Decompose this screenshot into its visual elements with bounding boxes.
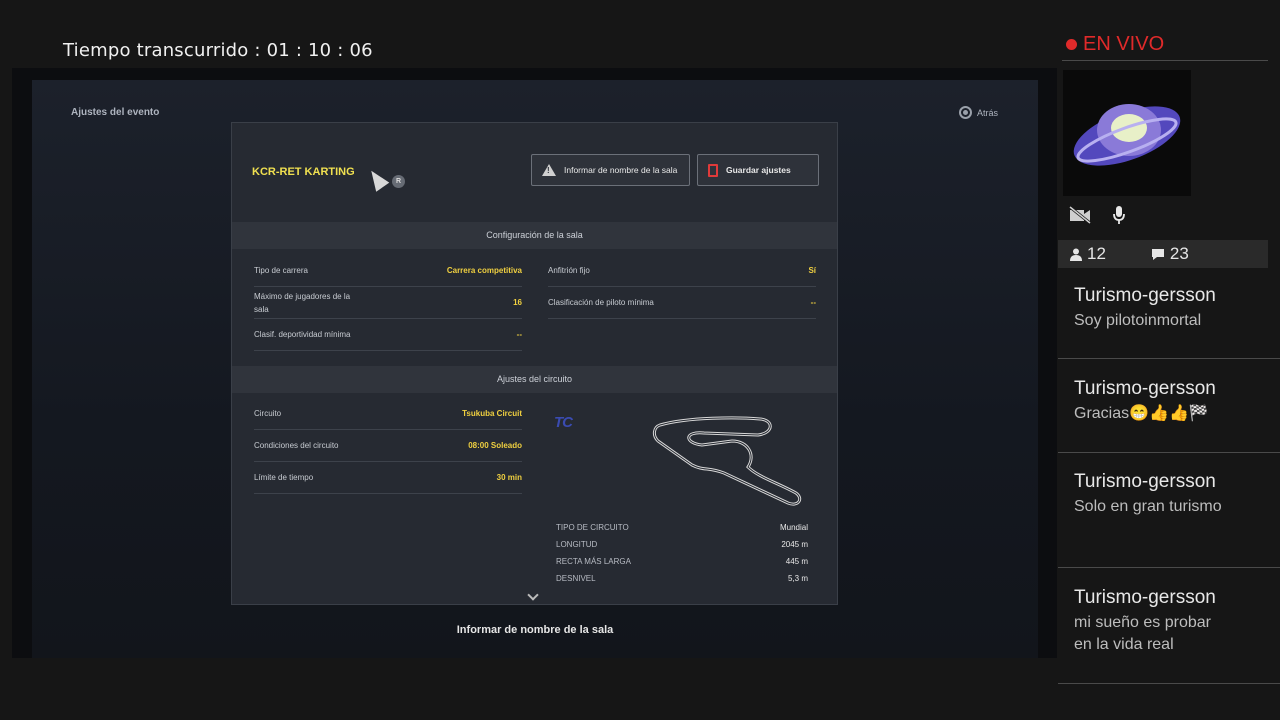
chat-message: Turismo-gersson Soy pilotoinmortal <box>1074 284 1224 332</box>
chat-message: Turismo-gersson Gracias😁👍👍🏁 <box>1074 377 1224 425</box>
scroll-down-chevron-icon[interactable] <box>527 589 539 601</box>
setting-value: Carrera competitiva <box>446 266 522 275</box>
setting-label: Clasificación de piloto mínima <box>548 298 654 307</box>
back-button[interactable]: Atrás <box>958 106 998 119</box>
pointer-cursor-icon <box>364 166 390 192</box>
stream-stats-bar: 12 23 <box>1058 240 1268 268</box>
setting-label: Máximo de jugadores de la sala <box>254 291 351 314</box>
setting-value: 30 min <box>496 473 522 482</box>
setting-label: Circuito <box>254 409 282 418</box>
planet-avatar-icon <box>1073 104 1181 166</box>
setting-value: -- <box>516 330 522 339</box>
spec-label: LONGITUD <box>556 540 598 549</box>
viewer-count-value: 12 <box>1087 244 1106 263</box>
spec-label: RECTA MÁS LARGA <box>556 557 631 566</box>
chat-message: Turismo-gersson mi sueño es probar en la… <box>1074 586 1224 656</box>
camera-off-icon[interactable] <box>1068 206 1092 224</box>
person-icon <box>1070 248 1082 261</box>
chat-username: Turismo-gersson <box>1074 378 1216 399</box>
track-map <box>652 416 802 506</box>
chat-text: Solo en gran turismo <box>1074 498 1222 515</box>
spec-value: 5,3 m <box>787 574 808 583</box>
elapsed-time: Tiempo transcurrido : 01 : 10 : 06 <box>63 40 373 61</box>
event-title: Ajustes del evento <box>71 107 160 118</box>
chat-username: Turismo-gersson <box>1074 285 1216 306</box>
setting-label: Anfitrión fijo <box>548 266 590 275</box>
spec-row: LONGITUD 2045 m <box>556 536 808 553</box>
spec-row: DESNIVEL 5,3 m <box>556 570 808 587</box>
live-dot-icon <box>1066 39 1077 50</box>
circle-button-icon <box>958 106 972 119</box>
setting-row-sportsmanship[interactable]: Clasif. deportividad mínima -- <box>254 319 522 351</box>
microphone-icon[interactable] <box>1112 205 1126 225</box>
live-indicator: EN VIVO <box>1066 33 1164 56</box>
setting-row-conditions[interactable]: Condiciones del circuito 08:00 Soleado <box>254 430 522 462</box>
divider <box>1058 452 1280 453</box>
setting-value: 08:00 Soleado <box>468 441 522 450</box>
speech-bubble-icon <box>1151 248 1164 260</box>
report-button-label: Informar de nombre de la sala <box>564 165 678 175</box>
setting-label: Clasif. deportividad mínima <box>254 330 351 339</box>
chat-username: Turismo-gersson <box>1074 471 1216 492</box>
spec-value: 445 m <box>785 557 808 566</box>
setting-row-fixed-host[interactable]: Anfitrión fijo Sí <box>548 255 816 287</box>
stream-sidebar: EN VIVO 12 23 Turismo-gersson Soy piloto… <box>1058 0 1280 720</box>
panel-header: KCR-RET KARTING R Informar de nombre de … <box>232 123 837 221</box>
comment-count-value: 23 <box>1169 244 1189 263</box>
streamer-avatar <box>1063 70 1191 196</box>
setting-label: Límite de tiempo <box>254 473 314 482</box>
spec-value: Mundial <box>779 523 808 532</box>
tsukuba-logo: TC <box>554 414 573 431</box>
spec-label: DESNIVEL <box>556 574 596 583</box>
setting-label: Tipo de carrera <box>254 266 308 275</box>
divider <box>1062 60 1268 61</box>
chat-username: Turismo-gersson <box>1074 587 1216 608</box>
setting-row-max-players[interactable]: Máximo de jugadores de la sala 16 <box>254 287 522 319</box>
spec-value: 2045 m <box>781 540 808 549</box>
chat-text: Soy pilotoinmortal <box>1074 312 1202 329</box>
setting-value: 16 <box>513 298 522 307</box>
divider <box>1058 683 1280 684</box>
r-button-badge: R <box>392 175 405 188</box>
game-screen: Ajustes del evento Atrás KCR-RET KARTING… <box>12 68 1057 658</box>
save-settings-button[interactable]: Guardar ajustes <box>697 154 819 186</box>
circuit-specs: TIPO DE CIRCUITO Mundial LONGITUD 2045 m R… <box>556 519 808 587</box>
report-room-name-button[interactable]: Informar de nombre de la sala <box>531 154 690 186</box>
chat-text: mi sueño es probar en la vida real <box>1074 614 1211 653</box>
back-label: Atrás <box>976 107 998 118</box>
chat-message: Turismo-gersson Solo en gran turismo <box>1074 470 1224 518</box>
circuit-settings-header: Ajustes del circuito <box>232 366 837 393</box>
warning-icon <box>542 164 556 176</box>
comment-count: 23 <box>1151 244 1189 264</box>
setting-value: -- <box>810 298 816 307</box>
live-label: EN VIVO <box>1083 33 1165 55</box>
setting-label: Condiciones del circuito <box>254 441 339 450</box>
save-button-label: Guardar ajustes <box>726 165 791 175</box>
room-config-header: Configuración de la sala <box>232 222 837 249</box>
viewer-count: 12 <box>1070 244 1106 264</box>
room-settings-panel: KCR-RET KARTING R Informar de nombre de … <box>231 122 838 605</box>
spec-row: RECTA MÁS LARGA 445 m <box>556 553 808 570</box>
divider <box>1058 567 1280 568</box>
setting-value: Sí <box>808 266 816 275</box>
setting-row-race-type[interactable]: Tipo de carrera Carrera competitiva <box>254 255 522 287</box>
setting-value: Tsukuba Circuit <box>462 409 522 418</box>
event-settings-screen: Ajustes del evento Atrás KCR-RET KARTING… <box>32 80 1038 658</box>
save-icon <box>708 163 718 177</box>
divider <box>1058 358 1280 359</box>
stream-media-icons <box>1068 205 1126 225</box>
setting-row-time-limit[interactable]: Límite de tiempo 30 min <box>254 462 522 494</box>
spec-label: TIPO DE CIRCUITO <box>556 523 629 532</box>
footer-help-label: Informar de nombre de la sala <box>456 624 614 636</box>
room-name: KCR-RET KARTING <box>252 166 355 178</box>
setting-row-driver-rating[interactable]: Clasificación de piloto mínima -- <box>548 287 816 319</box>
spec-row: TIPO DE CIRCUITO Mundial <box>556 519 808 536</box>
chat-text: Gracias😁👍👍🏁 <box>1074 405 1209 422</box>
setting-row-circuit[interactable]: Circuito Tsukuba Circuit <box>254 398 522 430</box>
